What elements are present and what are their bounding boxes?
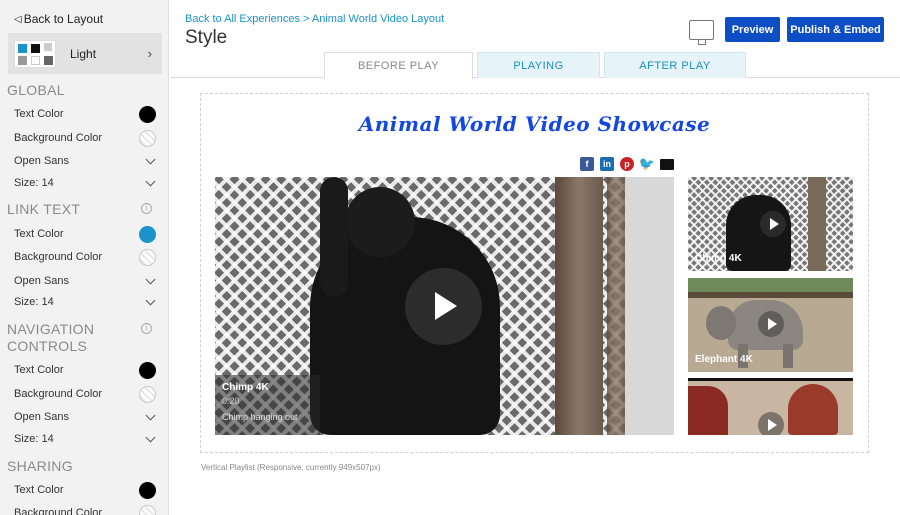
row-label: Open Sans <box>14 155 70 167</box>
color-swatch[interactable] <box>139 248 156 266</box>
row-label: Size: 14 <box>14 177 54 189</box>
back-to-layout-label: Back to Layout <box>23 12 104 26</box>
chevron-down-icon <box>146 434 156 444</box>
row-label: Size: 14 <box>14 433 54 445</box>
pinterest-icon[interactable]: p <box>620 157 634 171</box>
breadcrumb[interactable]: Back to All Experiences > Animal World V… <box>185 13 444 25</box>
back-to-layout-link[interactable]: ◁ Back to Layout <box>14 12 103 26</box>
color-swatch[interactable] <box>139 385 156 403</box>
nav-font-dropdown[interactable]: Open Sans <box>14 408 156 426</box>
link-font-dropdown[interactable]: Open Sans <box>14 272 156 290</box>
global-background-color-row[interactable]: Background Color <box>14 129 156 147</box>
info-icon[interactable]: i <box>141 203 152 214</box>
section-title-link-text: LINK TEXT <box>7 201 81 217</box>
video-title: Chimp 4K <box>222 382 269 393</box>
video-duration: 0:20 <box>222 396 240 406</box>
publish-embed-button[interactable]: Publish & Embed <box>787 17 884 42</box>
section-title-navigation-controls: NAVIGATION CONTROLS <box>7 321 94 355</box>
facebook-icon[interactable]: f <box>580 157 594 171</box>
playlist-item-title: Elephant 4K <box>695 354 753 365</box>
playlist-item[interactable]: Elephant 4K <box>688 278 853 372</box>
row-label: Text Color <box>14 484 64 496</box>
row-label: Size: 14 <box>14 296 54 308</box>
global-size-dropdown[interactable]: Size: 14 <box>14 174 156 192</box>
row-label: Background Color <box>14 251 103 263</box>
desktop-preview-icon[interactable] <box>689 20 714 45</box>
section-title-global: GLOBAL <box>7 82 65 98</box>
row-label: Text Color <box>14 364 64 376</box>
row-label: Text Color <box>14 228 64 240</box>
nav-text-color-row[interactable]: Text Color <box>14 361 156 379</box>
linkedin-icon[interactable]: in <box>600 157 614 171</box>
tab-before-play[interactable]: BEFORE PLAY <box>324 52 473 79</box>
sharing-background-color-row[interactable]: Background Color <box>14 504 156 515</box>
back-arrow-icon: ◁ <box>14 13 22 25</box>
section-title-sharing: SHARING <box>7 458 73 474</box>
row-label: Background Color <box>14 507 103 515</box>
preview-button[interactable]: Preview <box>725 17 780 42</box>
playlist-item[interactable]: Chimp 4K <box>688 177 853 271</box>
video-caption: Chimp hanging out <box>222 412 298 422</box>
color-swatch[interactable] <box>139 105 156 123</box>
chevron-down-icon <box>146 156 156 166</box>
section-title-line: CONTROLS <box>7 338 88 354</box>
chevron-right-icon: › <box>147 46 152 61</box>
showcase-title: Animal World Video Showcase <box>358 112 711 136</box>
color-swatch[interactable] <box>139 481 156 499</box>
chevron-down-icon <box>146 178 156 188</box>
play-icon <box>758 412 784 435</box>
playlist-item-title: Chimp 4K <box>695 253 742 264</box>
layout-size-note: Vertical Playlist (Responsive, currently… <box>201 463 381 472</box>
theme-selector[interactable]: Light › <box>8 33 162 74</box>
global-font-dropdown[interactable]: Open Sans <box>14 152 156 170</box>
chevron-down-icon <box>146 412 156 422</box>
chevron-down-icon <box>146 276 156 286</box>
color-swatch[interactable] <box>139 225 156 243</box>
chevron-down-icon <box>146 297 156 307</box>
nav-background-color-row[interactable]: Background Color <box>14 385 156 403</box>
global-text-color-row[interactable]: Text Color <box>14 105 156 123</box>
row-label: Background Color <box>14 388 103 400</box>
row-label: Background Color <box>14 132 103 144</box>
playlist-item[interactable] <box>688 378 853 435</box>
tab-playing[interactable]: PLAYING <box>477 52 600 78</box>
link-text-color-row[interactable]: Text Color <box>14 225 156 243</box>
page-title: Style <box>185 27 228 48</box>
main-video-info: Chimp 4K 0:20 Chimp hanging out <box>215 375 320 435</box>
nav-size-dropdown[interactable]: Size: 14 <box>14 430 156 448</box>
twitter-icon[interactable]: 🐦 <box>639 156 655 171</box>
row-label: Open Sans <box>14 411 70 423</box>
tab-after-play[interactable]: AFTER PLAY <box>604 52 746 78</box>
play-button[interactable] <box>405 268 482 345</box>
email-icon[interactable] <box>660 159 674 170</box>
color-swatch[interactable] <box>139 361 156 379</box>
row-label: Text Color <box>14 108 64 120</box>
section-title-line: NAVIGATION <box>7 321 95 337</box>
play-icon <box>758 311 784 337</box>
style-sidebar: ◁ Back to Layout Light › GLOBAL Text Col… <box>0 0 169 515</box>
theme-label: Light <box>70 46 97 61</box>
color-swatch[interactable] <box>139 504 156 515</box>
info-icon[interactable]: i <box>141 323 152 334</box>
link-background-color-row[interactable]: Background Color <box>14 248 156 266</box>
theme-thumbnail <box>14 39 56 68</box>
play-icon <box>760 211 786 237</box>
color-swatch[interactable] <box>139 129 156 147</box>
sharing-text-color-row[interactable]: Text Color <box>14 481 156 499</box>
row-label: Open Sans <box>14 275 70 287</box>
link-size-dropdown[interactable]: Size: 14 <box>14 293 156 311</box>
